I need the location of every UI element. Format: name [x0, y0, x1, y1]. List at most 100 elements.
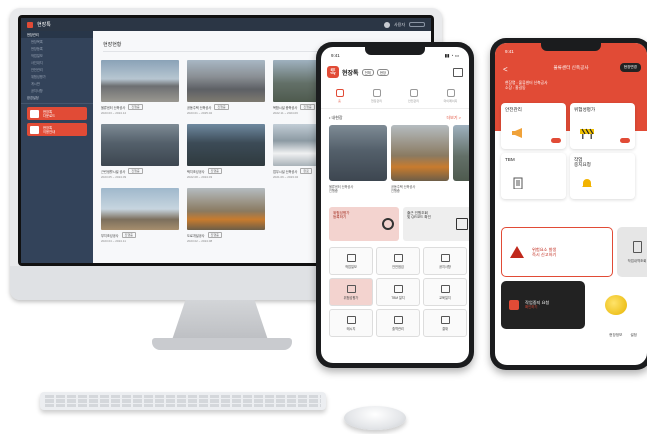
menu-item-label: TBM 일지 [391, 295, 405, 300]
promo-card[interactable]: 현장톡 이용안내 [27, 123, 87, 136]
feature-card-title: TBM [505, 157, 515, 162]
site-photo-carousel[interactable] [329, 125, 469, 181]
work-history-button[interactable]: 작업내역조회 [617, 227, 647, 277]
menu-item-label: 작업일보 [345, 264, 357, 269]
filter-pill[interactable]: 현장 [376, 68, 390, 76]
sidebar-item[interactable]: 현장목록 [21, 38, 93, 45]
site-photo[interactable] [453, 125, 469, 181]
stop-request-button[interactable]: 작업중지 요청 확인하기 [501, 281, 585, 329]
app-title: 현장톡 [37, 22, 51, 28]
tab-icon [446, 88, 455, 97]
site-card[interactable]: 택지조성공사 진행중 2022.08 ~ 2024.03 [187, 124, 265, 179]
phone-notch [365, 47, 425, 55]
topbar-user-area: 사용자 [383, 21, 425, 28]
siren-icon [509, 300, 519, 310]
site-period: 2023.02 ~ 2024.08 [187, 239, 213, 243]
site-name: 공동주택 신축공사 [187, 105, 212, 110]
site-photo[interactable] [101, 60, 179, 102]
count-badge [620, 138, 630, 143]
menu-item[interactable]: TBM 일지 [376, 278, 420, 306]
menu-item-icon [440, 315, 450, 324]
site-card[interactable]: 물류센터 신축공사 진행중 2023.03 ~ 2024.12 [101, 60, 179, 115]
filter-pill[interactable]: 전체 [361, 68, 374, 76]
sidebar-item[interactable]: 현장관리 [21, 31, 93, 38]
avatar[interactable] [383, 21, 390, 28]
site-name: 현장톡 [342, 70, 359, 77]
menu-icon[interactable] [453, 67, 463, 77]
menu-item[interactable]: 교육일지 [423, 278, 467, 306]
site-photo[interactable] [101, 188, 179, 230]
site-period: 2023.04 ~ 2024.11 [101, 239, 126, 243]
site-photo[interactable] [187, 124, 265, 166]
feature-card[interactable]: TBM [501, 153, 566, 199]
site-name: 도로개설공사 [187, 233, 205, 238]
alert-text: 위험요소 발생 즉시 신고하기 [532, 247, 557, 257]
feature-card-title: 작업 중지요청 [574, 157, 591, 168]
tab-label: 안전관리 [407, 98, 420, 103]
footer-links: 현장정보 설정 [609, 333, 637, 338]
site-photo[interactable] [101, 124, 179, 166]
site-card[interactable]: 부지조성공사 진행중 2023.04 ~ 2024.11 [101, 188, 179, 243]
feature-card[interactable]: 작업 중지요청 [570, 153, 635, 199]
status-badge: 완료 [300, 168, 312, 174]
change-site-button[interactable]: 현장변경 [619, 63, 641, 72]
sidebar-item[interactable]: 작업일보 [21, 52, 93, 59]
tab-icon [409, 88, 418, 97]
app-logo-icon: 톡 [327, 66, 339, 78]
risk-assessment-banner[interactable]: 위험성평가 등록하기 [329, 207, 399, 241]
hazard-report-button[interactable]: 위험요소 발생 즉시 신고하기 [501, 227, 613, 277]
logout-button[interactable] [409, 22, 425, 27]
tab-item[interactable]: 마이페이지 [432, 83, 469, 108]
tab-item[interactable]: 안전관리 [395, 83, 432, 108]
menu-item[interactable]: 안전점검 [376, 247, 420, 275]
helmet-card[interactable] [591, 281, 641, 329]
helmet-icon [605, 295, 627, 315]
feature-card[interactable]: 위험성평가 [570, 103, 635, 149]
site-card[interactable]: 도로개설공사 진행중 2023.02 ~ 2024.08 [187, 188, 265, 243]
search-icon [382, 218, 394, 230]
sidebar-item[interactable]: 환경설정 [21, 94, 93, 101]
sidebar-item[interactable]: 게시판 [21, 80, 93, 87]
tab-item[interactable]: 현장관리 [358, 83, 395, 108]
keyboard-row [45, 399, 321, 403]
status-badge: 진행중 [214, 104, 229, 110]
menu-item[interactable]: 출역관리 [376, 309, 420, 337]
site-card[interactable]: 공동주택 신축공사 진행중 2023.01 ~ 2025.02 [187, 60, 265, 115]
site-photo[interactable] [391, 125, 449, 181]
menu-item[interactable]: 위험성평가 [329, 278, 373, 306]
sidebar-item[interactable]: 사진대지 [21, 59, 93, 66]
sidebar-item[interactable]: 안전관리 [21, 66, 93, 73]
app-logo-icon [27, 21, 33, 28]
menu-item-icon [393, 284, 403, 293]
sidebar-item[interactable]: 공지사항 [21, 87, 93, 94]
qr-banner[interactable]: 출근 인원조회 및 QR코드 확인 [403, 207, 469, 241]
clipboard-icon [513, 177, 523, 189]
settings-link[interactable]: 설정 [630, 333, 637, 338]
site-photo[interactable] [187, 188, 265, 230]
feature-card[interactable]: 안전관리 [501, 103, 566, 149]
menu-item[interactable]: 메시지 [329, 309, 373, 337]
status-time: 9:41 [505, 49, 514, 54]
menu-item[interactable]: 결재 [423, 309, 467, 337]
site-photo[interactable] [187, 60, 265, 102]
status-badge: 진행중 [121, 232, 136, 238]
barrier-icon [580, 128, 594, 139]
feature-card-title: 안전관리 [505, 107, 522, 112]
status-badge: 진행중 [128, 104, 143, 110]
bell-icon [582, 179, 592, 187]
banner-text: 위험성평가 등록하기 [333, 211, 350, 220]
menu-item[interactable]: 작업일보 [329, 247, 373, 275]
site-card[interactable]: 근린생활시설 공사 진행중 2023.05 ~ 2024.09 [101, 124, 179, 179]
site-photo[interactable] [329, 125, 387, 181]
sidebar-item[interactable]: 현장등록 [21, 45, 93, 52]
photo-caption: 공동주택 신축공사 진행중 [391, 185, 416, 194]
tab-icon [335, 88, 344, 97]
site-info-link[interactable]: 현장정보 [609, 333, 622, 338]
more-link[interactable]: 더보기 > [447, 115, 462, 121]
promo-card[interactable]: 현장톡 다운로드 [27, 107, 87, 120]
menu-item[interactable]: 공지사항 [423, 247, 467, 275]
phone-icon [632, 241, 642, 253]
tab-item[interactable]: 홈 [321, 83, 358, 108]
marketing-stage: 현장톡 사용자 현장관리 현장목록 현장등록 작업일보 사진대지 안전관리 위험성평가 게시판… [0, 0, 647, 434]
sidebar-item[interactable]: 위험성평가 [21, 73, 93, 80]
